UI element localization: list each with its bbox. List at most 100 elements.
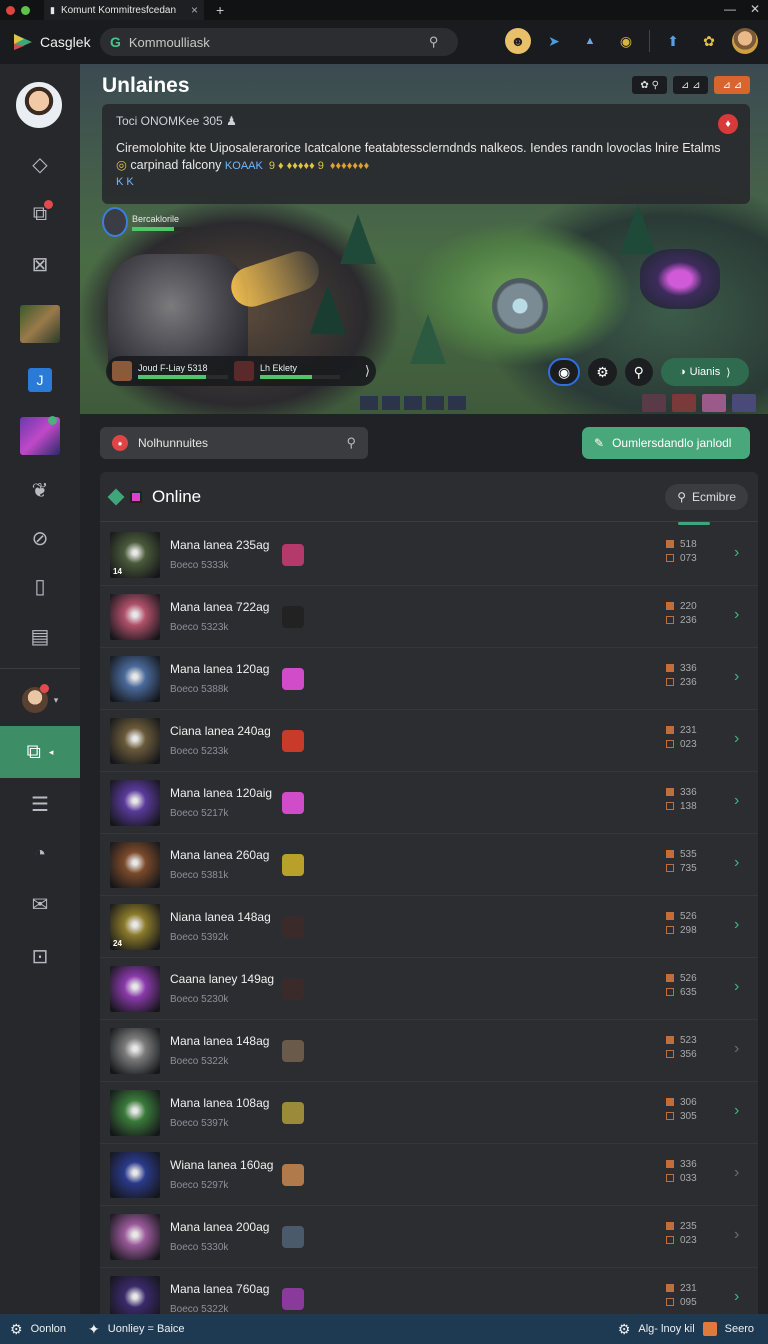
- chevron-right-icon[interactable]: ›: [734, 792, 739, 810]
- status-right-1[interactable]: Alg- lnoy kil: [638, 1323, 694, 1335]
- close-window-icon[interactable]: ✕: [750, 2, 760, 16]
- chevron-right-icon[interactable]: ›: [734, 854, 739, 872]
- add-friends-button[interactable]: ✎ Oumlersdandlo janlodl: [582, 427, 750, 459]
- friend-row[interactable]: 24 Niana lanea 148ag Boeco 5392k 526 298 ›: [100, 896, 758, 958]
- status-right-2[interactable]: Seero: [725, 1323, 754, 1335]
- send-icon[interactable]: ➤: [541, 28, 567, 54]
- avatar-icon[interactable]: ☻: [505, 28, 531, 54]
- banner-chip[interactable]: ⊿ ⊿: [672, 76, 709, 94]
- export-icon[interactable]: ⊡: [0, 934, 80, 978]
- minimize-icon[interactable]: —: [724, 2, 736, 16]
- player-bar[interactable]: Joud F-Liay 5318 Lh Eklety ⟩: [106, 356, 376, 386]
- friend-row[interactable]: Mana lanea 120ag Boeco 5388k 336 236 ›: [100, 648, 758, 710]
- friend-row[interactable]: Mana lanea 120aig Boeco 5217k 336 138 ›: [100, 772, 758, 834]
- gear-icon[interactable]: ⚙: [618, 1321, 631, 1338]
- record-icon[interactable]: ◉: [548, 358, 581, 386]
- settings-icon[interactable]: ⚙: [10, 1321, 23, 1338]
- chevron-right-icon[interactable]: ›: [734, 1164, 739, 1182]
- brand[interactable]: Casglek: [12, 31, 100, 53]
- inbox-icon[interactable]: ⊠: [0, 242, 80, 286]
- profile-avatar[interactable]: [16, 82, 62, 128]
- item-icon[interactable]: [672, 394, 696, 412]
- friend-row[interactable]: Mana lanea 148ag Boeco 5322k 523 356 ›: [100, 1020, 758, 1082]
- friend-info: Ciana lanea 240ag Boeco 5233k: [170, 724, 280, 757]
- book-icon[interactable]: ▯: [0, 564, 80, 608]
- alert-icon[interactable]: ♦: [718, 114, 738, 134]
- banner-chip[interactable]: ✿ ⚲: [632, 76, 667, 94]
- close-dot[interactable]: [6, 5, 15, 15]
- chevron-right-icon[interactable]: ›: [734, 916, 739, 934]
- document-icon[interactable]: ▤: [0, 614, 80, 658]
- panel-filter-button[interactable]: ⚲ Ecmibre: [665, 483, 748, 510]
- next-arrow-icon[interactable]: ⟩: [365, 363, 370, 379]
- user-avatar[interactable]: [732, 28, 758, 54]
- friend-row[interactable]: 14 Mana lanea 235ag Boeco 5333k 518 073 ›: [100, 524, 758, 586]
- friend-row[interactable]: Mana lanea 760ag Boeco 5322k 231 095 ›: [100, 1268, 758, 1314]
- pet-icon[interactable]: ✿: [696, 28, 722, 54]
- friend-row[interactable]: Mana lanea 722ag Boeco 5323k 220 236 ›: [100, 586, 758, 648]
- friend-search[interactable]: ● Nolhunnuites ⚲: [100, 427, 368, 459]
- user-icon[interactable]: ▾: [0, 678, 80, 722]
- user-small-icon: ♟: [226, 114, 237, 128]
- game-thumb-2[interactable]: [0, 414, 80, 458]
- friend-sub: Boeco 5233k: [170, 746, 229, 757]
- status-left-1[interactable]: Oonlon: [31, 1323, 66, 1335]
- header-divider: [649, 30, 650, 52]
- rocket-icon[interactable]: ⬆: [660, 28, 686, 54]
- chevron-right-icon[interactable]: ›: [734, 1226, 739, 1244]
- triangle-icon[interactable]: ▲: [577, 28, 603, 54]
- search-icon[interactable]: ⚲: [346, 435, 356, 451]
- character-card[interactable]: Bercaklorile: [102, 206, 192, 238]
- panel-header: Online ⚲ Ecmibre: [100, 472, 758, 522]
- friend-stats: 336 138: [666, 786, 697, 814]
- friend-row[interactable]: Mana lanea 200ag Boeco 5330k 235 023 ›: [100, 1206, 758, 1268]
- chevron-right-icon[interactable]: ›: [734, 730, 739, 748]
- chevron-right-icon[interactable]: ›: [734, 1288, 739, 1306]
- friend-stats: 523 356: [666, 1034, 697, 1062]
- chevron-right-icon[interactable]: ›: [734, 1040, 739, 1058]
- orange-square-icon: [702, 1322, 717, 1336]
- library-icon[interactable]: ⧉ ◂: [0, 726, 80, 778]
- maximize-dot[interactable]: [21, 5, 30, 15]
- compass-icon[interactable]: ◉: [613, 28, 639, 54]
- settings-icon[interactable]: ⚙: [588, 358, 617, 386]
- friend-row[interactable]: Mana lanea 260ag Boeco 5381k 535 735 ›: [100, 834, 758, 896]
- status-left-2[interactable]: Uonliey = Baice: [108, 1323, 185, 1335]
- friend-name: Ciana lanea 240ag: [170, 724, 271, 738]
- item-icon[interactable]: [702, 394, 726, 412]
- search-icon[interactable]: ⚲: [429, 34, 439, 50]
- bookmark-icon[interactable]: ⧉: [0, 192, 80, 236]
- stat-1: 231: [680, 1283, 697, 1294]
- chat-icon[interactable]: ✉: [0, 882, 80, 926]
- chevron-right-icon[interactable]: ›: [734, 978, 739, 996]
- clock-icon[interactable]: ◔: [0, 832, 80, 876]
- chevron-right-icon[interactable]: ›: [734, 1102, 739, 1120]
- item-icon[interactable]: [732, 394, 756, 412]
- new-tab-icon[interactable]: +: [216, 2, 224, 18]
- notice-header: Toci ONOMKee 305 ♟: [116, 114, 237, 128]
- chevron-right-icon[interactable]: ›: [734, 606, 739, 624]
- join-button[interactable]: ◑ Uianis ⟩: [660, 358, 749, 386]
- friend-row[interactable]: Wiana lanea 160ag Boeco 5297k 336 033 ›: [100, 1144, 758, 1206]
- banner-chip-highlight[interactable]: ⊿ ⊿: [714, 76, 750, 94]
- tab-close-icon[interactable]: ×: [191, 3, 198, 17]
- list-icon[interactable]: ☰: [0, 782, 80, 826]
- search-input[interactable]: [128, 34, 429, 50]
- chevron-right-icon[interactable]: ›: [734, 668, 739, 686]
- chevron-right-icon[interactable]: ›: [734, 544, 739, 562]
- diamond-icon[interactable]: ◇: [0, 142, 80, 186]
- game-thumb[interactable]: [0, 302, 80, 346]
- target-icon[interactable]: ⊘: [0, 516, 80, 560]
- activity-icon: [282, 977, 304, 1000]
- item-icon[interactable]: [642, 394, 666, 412]
- friend-row[interactable]: Ciana lanea 240ag Boeco 5233k 231 023 ›: [100, 710, 758, 772]
- search-icon[interactable]: ⚲: [624, 358, 653, 386]
- leaf-icon[interactable]: ❦: [0, 468, 80, 512]
- browser-tab[interactable]: ▮ Komunt Kommitresfcedan ×: [44, 0, 204, 20]
- tag-icon[interactable]: J: [0, 358, 80, 402]
- activity-icon: [282, 1163, 304, 1186]
- friend-row[interactable]: Caana laney 149ag Boeco 5230k 526 635 ›: [100, 958, 758, 1020]
- friend-row[interactable]: Mana lanea 108ag Boeco 5397k 306 305 ›: [100, 1082, 758, 1144]
- global-search[interactable]: G ⚲: [100, 28, 458, 56]
- stat-1: 336: [680, 1159, 697, 1170]
